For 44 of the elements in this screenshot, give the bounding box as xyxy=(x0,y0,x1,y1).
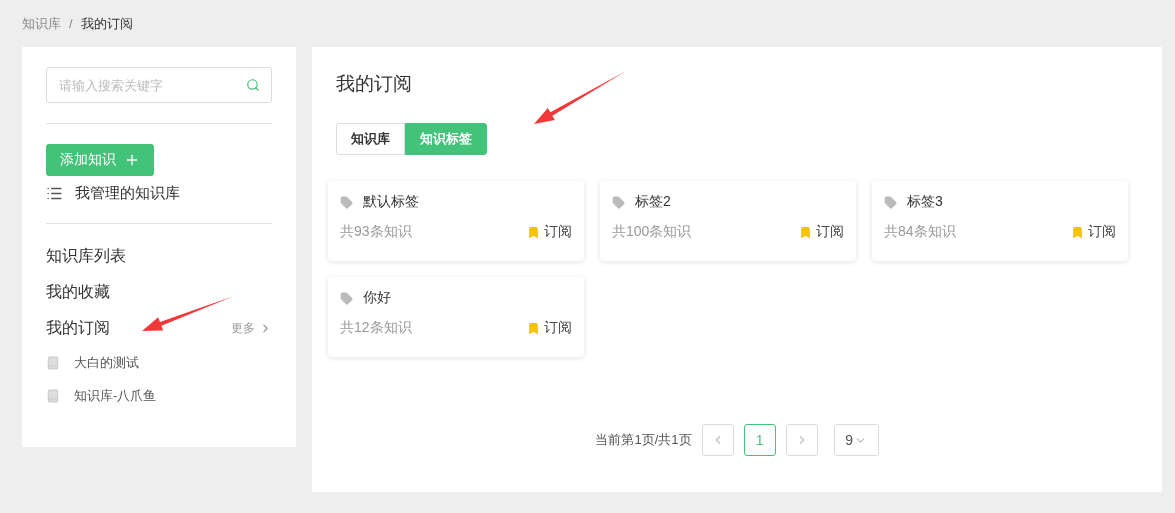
subscribe-button[interactable]: 订阅 xyxy=(527,319,572,337)
bookmark-icon xyxy=(799,225,812,239)
nav-item[interactable]: 知识库列表 xyxy=(46,245,126,267)
list-icon xyxy=(46,185,63,202)
plus-icon xyxy=(124,152,140,168)
tab[interactable]: 知识库 xyxy=(336,123,405,155)
book-icon xyxy=(46,355,60,370)
tag-card[interactable]: 默认标签 共93条知识 订阅 xyxy=(328,181,584,261)
subscribe-button[interactable]: 订阅 xyxy=(1071,223,1116,241)
bookmark-icon xyxy=(527,225,540,239)
tag-icon xyxy=(340,195,353,209)
book-icon xyxy=(46,388,60,403)
tag-card[interactable]: 你好 共12条知识 订阅 xyxy=(328,277,584,357)
nav-item[interactable]: 我的收藏 xyxy=(46,281,110,303)
page-summary: 当前第1页/共1页 xyxy=(595,431,692,449)
subscribe-button[interactable]: 订阅 xyxy=(799,223,844,241)
tag-card[interactable]: 标签3 共84条知识 订阅 xyxy=(872,181,1128,261)
tag-name: 标签2 xyxy=(635,193,671,211)
subscription-item[interactable]: 大白的测试 xyxy=(74,353,139,372)
search-field[interactable]: 请输入搜索关键字 xyxy=(46,67,272,103)
tag-icon xyxy=(340,291,353,305)
bookmark-icon xyxy=(527,321,540,335)
previous-page-button[interactable] xyxy=(701,424,734,456)
tag-name: 默认标签 xyxy=(363,193,419,211)
tag-icon xyxy=(884,195,897,209)
tag-icon xyxy=(612,195,625,209)
tag-name: 标签3 xyxy=(907,193,943,211)
managed-library-link[interactable]: 我管理的知识库 xyxy=(75,184,180,203)
nav-item[interactable]: 我的订阅 xyxy=(46,317,110,339)
tag-name: 你好 xyxy=(363,289,391,307)
search-icon[interactable] xyxy=(246,78,260,92)
tag-card[interactable]: 标签2 共100条知识 订阅 xyxy=(600,181,856,261)
page-title: 我的订阅 xyxy=(335,72,413,96)
subscribe-button[interactable]: 订阅 xyxy=(527,223,572,241)
bookmark-icon xyxy=(1071,225,1084,239)
knowledge-count: 共12条知识 xyxy=(340,319,412,337)
knowledge-count: 共93条知识 xyxy=(340,223,412,241)
subscription-item[interactable]: 知识库-八爪鱼 xyxy=(74,386,157,405)
next-page-button[interactable] xyxy=(785,424,818,456)
knowledge-count: 共84条知识 xyxy=(884,223,956,241)
page-size-select[interactable]: 9 xyxy=(833,424,879,456)
knowledge-count: 共100条知识 xyxy=(612,223,692,241)
breadcrumb-separator: / xyxy=(69,16,73,31)
breadcrumb-item: 我的订阅 xyxy=(80,14,133,33)
